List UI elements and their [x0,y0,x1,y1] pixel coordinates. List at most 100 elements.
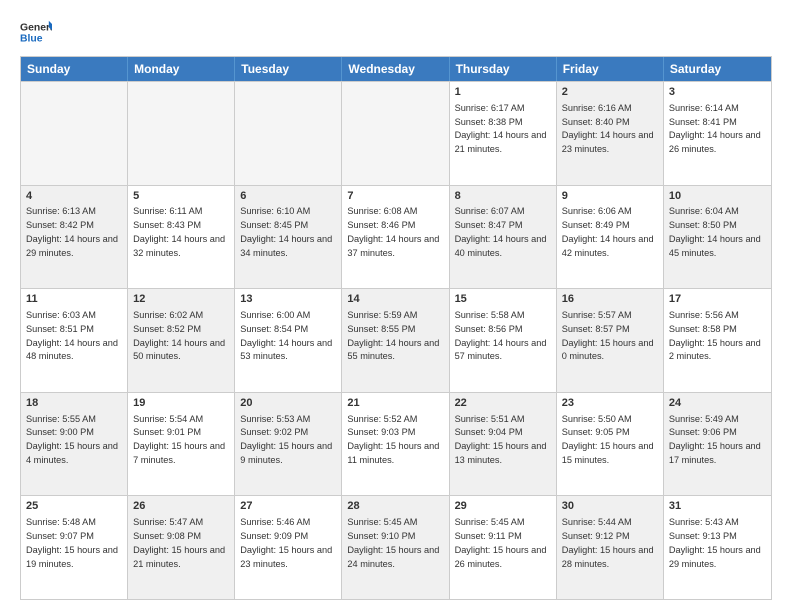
calendar-cell: 21 Sunrise: 5:52 AM Sunset: 9:03 PM Dayli… [342,393,449,496]
calendar-cell: 23Sunrise: 5:50 AM Sunset: 9:05 PM Dayli… [557,393,664,496]
cell-info: Sunrise: 6:03 AM Sunset: 8:51 PM Dayligh… [26,310,121,361]
day-number: 11 [26,292,122,307]
calendar-cell: 6 Sunrise: 6:10 AM Sunset: 8:45 PM Daylig… [235,186,342,289]
day-number: 20 [240,396,336,411]
day-number: 12 [133,292,229,307]
day-number: 18 [26,396,122,411]
page: General Blue SundayMondayTuesdayWednesda… [0,0,792,612]
header: General Blue [20,16,772,48]
calendar-cell: 15Sunrise: 5:58 AM Sunset: 8:56 PM Dayli… [450,289,557,392]
calendar-cell: 27 Sunrise: 5:46 AM Sunset: 9:09 PM Dayli… [235,496,342,599]
calendar-cell: 29Sunrise: 5:45 AM Sunset: 9:11 PM Dayli… [450,496,557,599]
calendar-cell: 9 Sunrise: 6:06 AM Sunset: 8:49 PM Daylig… [557,186,664,289]
cell-info: Sunrise: 5:48 AM Sunset: 9:07 PM Dayligh… [26,517,121,568]
calendar-cell: 13 Sunrise: 6:00 AM Sunset: 8:54 PM Dayli… [235,289,342,392]
cell-info: Sunrise: 6:10 AM Sunset: 8:45 PM Dayligh… [240,206,335,257]
calendar-cell [342,82,449,185]
header-day: Thursday [450,57,557,81]
svg-text:General: General [20,22,52,33]
cell-info: Sunrise: 5:44 AM Sunset: 9:12 PM Dayligh… [562,517,657,568]
calendar-row: 11 Sunrise: 6:03 AM Sunset: 8:51 PM Dayli… [21,288,771,392]
cell-info: Sunrise: 5:43 AM Sunset: 9:13 PM Dayligh… [669,517,764,568]
cell-info: Sunrise: 5:52 AM Sunset: 9:03 PM Dayligh… [347,414,442,465]
day-number: 17 [669,292,766,307]
header-day: Wednesday [342,57,449,81]
calendar-cell: 8Sunrise: 6:07 AM Sunset: 8:47 PM Daylig… [450,186,557,289]
day-number: 21 [347,396,443,411]
day-number: 3 [669,85,766,100]
cell-info: Sunrise: 6:07 AM Sunset: 8:47 PM Dayligh… [455,206,550,257]
cell-info: Sunrise: 6:14 AM Sunset: 8:41 PM Dayligh… [669,103,764,154]
day-number: 14 [347,292,443,307]
day-number: 4 [26,189,122,204]
cell-info: Sunrise: 6:13 AM Sunset: 8:42 PM Dayligh… [26,206,121,257]
day-number: 27 [240,499,336,514]
calendar-cell: 22 Sunrise: 5:51 AM Sunset: 9:04 PM Dayli… [450,393,557,496]
header-day: Tuesday [235,57,342,81]
cell-info: Sunrise: 5:49 AM Sunset: 9:06 PM Dayligh… [669,414,764,465]
calendar-cell: 31Sunrise: 5:43 AM Sunset: 9:13 PM Dayli… [664,496,771,599]
calendar-cell: 4 Sunrise: 6:13 AM Sunset: 8:42 PM Daylig… [21,186,128,289]
day-number: 1 [455,85,551,100]
cell-info: Sunrise: 5:59 AM Sunset: 8:55 PM Dayligh… [347,310,442,361]
cell-info: Sunrise: 5:47 AM Sunset: 9:08 PM Dayligh… [133,517,228,568]
cell-info: Sunrise: 5:53 AM Sunset: 9:02 PM Dayligh… [240,414,335,465]
calendar-cell: 5Sunrise: 6:11 AM Sunset: 8:43 PM Daylig… [128,186,235,289]
day-number: 7 [347,189,443,204]
cell-info: Sunrise: 6:04 AM Sunset: 8:50 PM Dayligh… [669,206,764,257]
calendar-cell: 18 Sunrise: 5:55 AM Sunset: 9:00 PM Dayli… [21,393,128,496]
cell-info: Sunrise: 5:45 AM Sunset: 9:10 PM Dayligh… [347,517,442,568]
day-number: 9 [562,189,658,204]
day-number: 6 [240,189,336,204]
calendar-body: 1 Sunrise: 6:17 AM Sunset: 8:38 PM Daylig… [21,81,771,599]
cell-info: Sunrise: 6:02 AM Sunset: 8:52 PM Dayligh… [133,310,228,361]
calendar-cell: 25Sunrise: 5:48 AM Sunset: 9:07 PM Dayli… [21,496,128,599]
logo: General Blue [20,16,52,48]
header-day: Sunday [21,57,128,81]
day-number: 28 [347,499,443,514]
day-number: 10 [669,189,766,204]
day-number: 19 [133,396,229,411]
day-number: 29 [455,499,551,514]
calendar-cell: 26Sunrise: 5:47 AM Sunset: 9:08 PM Dayli… [128,496,235,599]
cell-info: Sunrise: 5:46 AM Sunset: 9:09 PM Dayligh… [240,517,335,568]
cell-info: Sunrise: 6:06 AM Sunset: 8:49 PM Dayligh… [562,206,657,257]
day-number: 15 [455,292,551,307]
day-number: 30 [562,499,658,514]
day-number: 16 [562,292,658,307]
calendar-row: 4 Sunrise: 6:13 AM Sunset: 8:42 PM Daylig… [21,185,771,289]
calendar: SundayMondayTuesdayWednesdayThursdayFrid… [20,56,772,600]
cell-info: Sunrise: 5:56 AM Sunset: 8:58 PM Dayligh… [669,310,764,361]
cell-info: Sunrise: 6:17 AM Sunset: 8:38 PM Dayligh… [455,103,550,154]
day-number: 13 [240,292,336,307]
cell-info: Sunrise: 5:55 AM Sunset: 9:00 PM Dayligh… [26,414,121,465]
cell-info: Sunrise: 5:50 AM Sunset: 9:05 PM Dayligh… [562,414,657,465]
calendar-cell: 28 Sunrise: 5:45 AM Sunset: 9:10 PM Dayli… [342,496,449,599]
calendar-row: 18 Sunrise: 5:55 AM Sunset: 9:00 PM Dayli… [21,392,771,496]
calendar-cell: 16 Sunrise: 5:57 AM Sunset: 8:57 PM Dayli… [557,289,664,392]
calendar-cell: 17 Sunrise: 5:56 AM Sunset: 8:58 PM Dayli… [664,289,771,392]
calendar-cell: 10 Sunrise: 6:04 AM Sunset: 8:50 PM Dayli… [664,186,771,289]
header-day: Friday [557,57,664,81]
cell-info: Sunrise: 5:51 AM Sunset: 9:04 PM Dayligh… [455,414,550,465]
calendar-cell: 7Sunrise: 6:08 AM Sunset: 8:46 PM Daylig… [342,186,449,289]
header-day: Monday [128,57,235,81]
calendar-cell: 19 Sunrise: 5:54 AM Sunset: 9:01 PM Dayli… [128,393,235,496]
svg-text:Blue: Blue [20,34,43,45]
calendar-cell: 11 Sunrise: 6:03 AM Sunset: 8:51 PM Dayli… [21,289,128,392]
calendar-cell: 14 Sunrise: 5:59 AM Sunset: 8:55 PM Dayli… [342,289,449,392]
calendar-cell: 20 Sunrise: 5:53 AM Sunset: 9:02 PM Dayli… [235,393,342,496]
header-day: Saturday [664,57,771,81]
cell-info: Sunrise: 5:54 AM Sunset: 9:01 PM Dayligh… [133,414,228,465]
calendar-cell: 30 Sunrise: 5:44 AM Sunset: 9:12 PM Dayli… [557,496,664,599]
calendar-cell: 24Sunrise: 5:49 AM Sunset: 9:06 PM Dayli… [664,393,771,496]
calendar-cell [21,82,128,185]
cell-info: Sunrise: 6:00 AM Sunset: 8:54 PM Dayligh… [240,310,335,361]
cell-info: Sunrise: 5:57 AM Sunset: 8:57 PM Dayligh… [562,310,657,361]
calendar-row: 1 Sunrise: 6:17 AM Sunset: 8:38 PM Daylig… [21,81,771,185]
calendar-cell [128,82,235,185]
day-number: 22 [455,396,551,411]
day-number: 5 [133,189,229,204]
day-number: 2 [562,85,658,100]
calendar-cell: 12 Sunrise: 6:02 AM Sunset: 8:52 PM Dayli… [128,289,235,392]
